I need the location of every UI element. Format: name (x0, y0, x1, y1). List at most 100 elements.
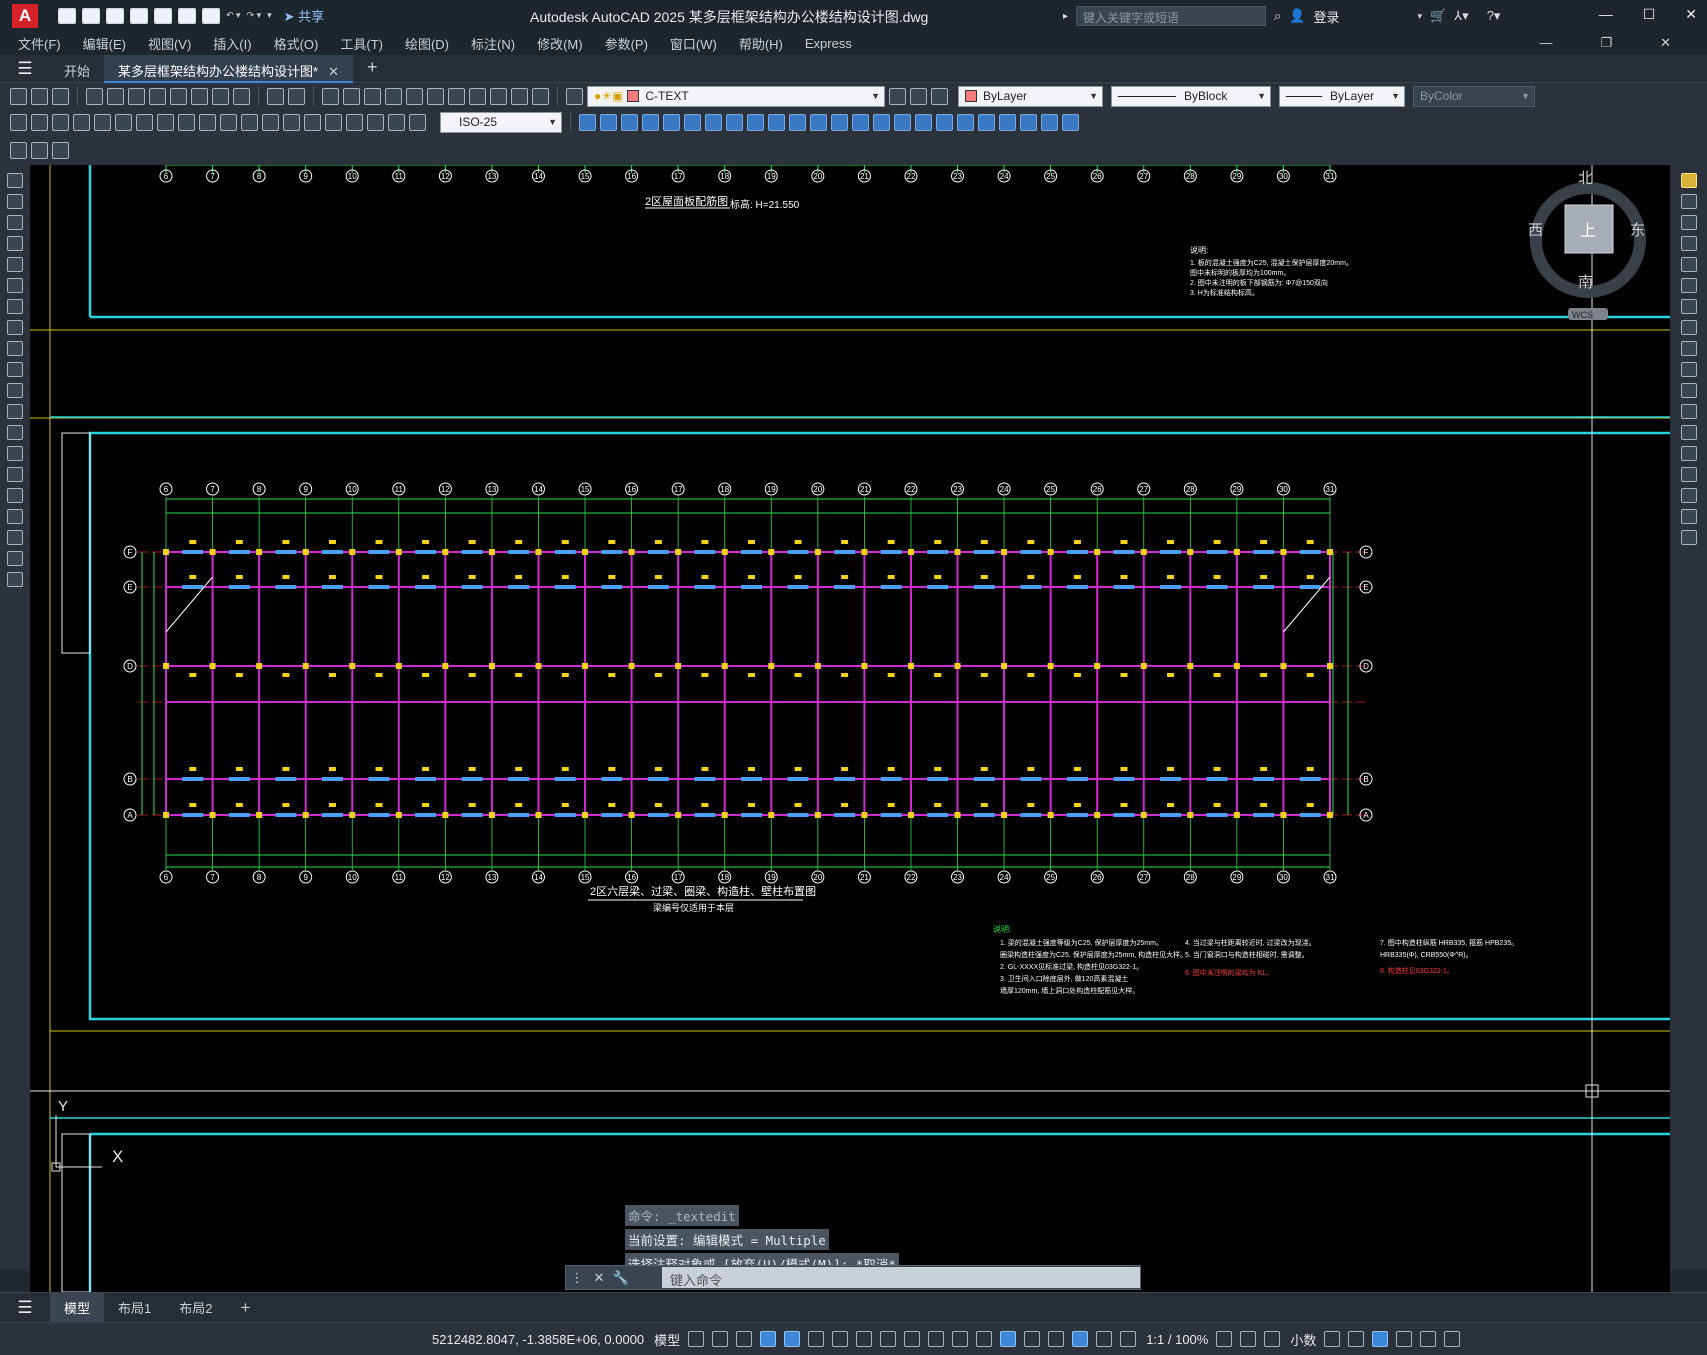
center-mark-icon[interactable] (304, 113, 321, 131)
arc-length-icon[interactable] (52, 113, 69, 131)
rotate-icon[interactable] (1680, 299, 1697, 314)
make-current-layer-icon[interactable] (889, 87, 906, 105)
gradient-icon[interactable] (7, 488, 23, 503)
image-icon[interactable] (1062, 113, 1079, 131)
dynamic-ucs-icon[interactable] (1000, 1331, 1017, 1347)
calculator-icon[interactable] (511, 87, 528, 105)
zoom-window-icon[interactable] (364, 87, 381, 105)
sheet-set-icon[interactable] (469, 87, 486, 105)
mirror-icon[interactable] (621, 113, 638, 131)
offset-icon[interactable] (642, 113, 659, 131)
chamfer-icon[interactable] (852, 113, 869, 131)
auto-scale-icon[interactable] (1096, 1331, 1113, 1347)
help-icon[interactable] (532, 87, 549, 105)
polygon-icon[interactable] (7, 236, 23, 251)
new-icon[interactable] (10, 87, 27, 105)
line-icon[interactable] (7, 173, 23, 188)
stretch-icon[interactable] (747, 113, 764, 131)
ortho-icon[interactable] (784, 1331, 801, 1347)
publish-icon[interactable] (178, 7, 196, 24)
quick-dim-icon[interactable] (178, 113, 195, 131)
new-icon[interactable] (58, 7, 76, 24)
redo-icon[interactable] (288, 87, 305, 105)
infer-constraints-icon[interactable] (736, 1331, 753, 1347)
erase-icon[interactable] (579, 113, 596, 131)
arc-icon[interactable] (7, 278, 23, 293)
minimize-icon[interactable]: — (1599, 6, 1613, 23)
customize-icon[interactable]: ▾ (267, 10, 272, 21)
lineweight-dropdown[interactable]: ByLayer ▼ (1279, 85, 1405, 107)
polyline-icon[interactable] (7, 215, 23, 230)
layer-state-icon[interactable] (931, 87, 948, 105)
model-space-button[interactable]: 模型 (654, 1330, 680, 1349)
lineweight-icon[interactable] (904, 1331, 921, 1347)
copy-icon[interactable] (191, 87, 208, 105)
break-icon[interactable] (1680, 425, 1697, 440)
trim-icon[interactable] (768, 113, 785, 131)
ellipse-arc-icon[interactable] (7, 383, 23, 398)
save-icon[interactable] (52, 87, 69, 105)
table-icon[interactable] (7, 530, 23, 545)
pdf-icon[interactable] (149, 87, 166, 105)
aligned-dim-icon[interactable] (31, 113, 48, 131)
join-icon[interactable] (831, 113, 848, 131)
tab-document[interactable]: 某多层框架结构办公楼结构设计图* ✕ (104, 54, 353, 83)
menu-hamburger-icon[interactable]: ☰ (0, 59, 50, 79)
region-icon[interactable] (7, 509, 23, 524)
spline-icon[interactable] (7, 341, 23, 356)
selection-filter-icon[interactable] (1024, 1331, 1041, 1347)
add-selected-icon[interactable] (7, 572, 23, 587)
compass-south[interactable]: 南 (1578, 274, 1593, 291)
menu-modify[interactable]: 修改(M) (537, 34, 583, 53)
search-input[interactable]: 键入关键字或短语 (1076, 6, 1267, 26)
inspection-icon[interactable] (325, 113, 342, 131)
dim-edit-icon[interactable] (367, 113, 384, 131)
ellipse-icon[interactable] (7, 362, 23, 377)
selection-cycling-icon[interactable] (952, 1331, 969, 1347)
mtext-icon[interactable] (7, 551, 23, 566)
drawing-canvas[interactable]: 6 7 8 9 10 11 12 13 14 15 16 17 18 19 20 21 22 23 24 25 26 27… (30, 165, 1670, 1292)
units-value[interactable]: 小数 (1290, 1330, 1316, 1349)
ungroup-icon[interactable] (957, 113, 974, 131)
command-close-icon[interactable]: ✕ (588, 1270, 610, 1286)
doc-restore-icon[interactable]: ❐ (1600, 35, 1612, 51)
hardware-acceleration-icon[interactable] (1396, 1331, 1413, 1347)
annotation-scale-value[interactable]: 1:1 / 100% (1146, 1332, 1208, 1347)
dim-text-edit-icon[interactable] (388, 113, 405, 131)
new-tab-icon[interactable]: + (353, 55, 392, 83)
attribute-icon[interactable] (1020, 113, 1037, 131)
print-icon[interactable] (202, 7, 220, 24)
trim-icon[interactable] (1680, 362, 1697, 377)
paste-icon[interactable] (212, 87, 229, 105)
circle-icon[interactable] (7, 299, 23, 314)
linetype-dropdown[interactable]: ByBlock ▼ (1111, 85, 1271, 107)
menu-insert[interactable]: 插入(I) (213, 34, 251, 53)
layer-walk-icon[interactable] (52, 141, 69, 159)
rectangle-icon[interactable] (7, 257, 23, 272)
annotation-monitor-icon[interactable] (1240, 1331, 1257, 1347)
open-icon[interactable] (31, 87, 48, 105)
fillet-icon[interactable] (873, 113, 890, 131)
erase-icon[interactable] (1680, 173, 1697, 188)
radius-dim-icon[interactable] (94, 113, 111, 131)
object-snap-icon[interactable] (880, 1331, 897, 1347)
open-icon[interactable] (82, 7, 100, 24)
menu-file[interactable]: 文件(F) (18, 34, 61, 53)
dim-break-icon[interactable] (262, 113, 279, 131)
markup-icon[interactable] (490, 87, 507, 105)
share-button[interactable]: ➤ 共享 (284, 6, 325, 25)
menu-view[interactable]: 视图(V) (148, 34, 191, 53)
customize-icon[interactable] (1444, 1331, 1461, 1347)
search-icon[interactable]: ⌕ (1274, 8, 1281, 24)
offset-icon[interactable] (1680, 236, 1697, 251)
angular-dim-icon[interactable] (157, 113, 174, 131)
tab-start[interactable]: 开始 (50, 55, 104, 83)
help-icon[interactable]: ?▾ (1487, 8, 1501, 24)
doc-close-icon[interactable]: ✕ (1660, 35, 1671, 51)
pan-icon[interactable] (322, 87, 339, 105)
undo-icon[interactable] (267, 87, 284, 105)
units-icon[interactable] (1264, 1331, 1281, 1347)
hatch-icon[interactable] (7, 467, 23, 482)
tolerance-icon[interactable] (283, 113, 300, 131)
xref-icon[interactable] (1041, 113, 1058, 131)
